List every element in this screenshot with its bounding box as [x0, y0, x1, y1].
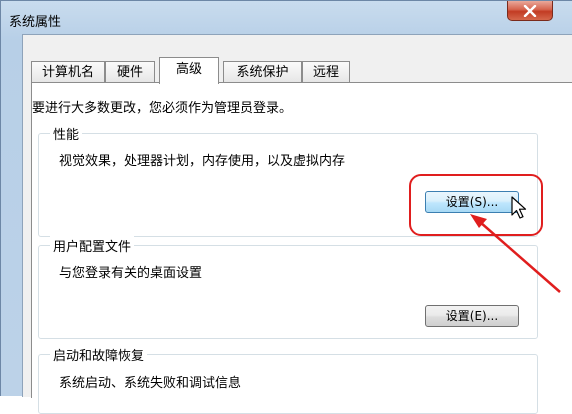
tab-advanced[interactable]: 高级 — [159, 57, 219, 84]
annotation-arrow — [470, 214, 561, 293]
tab-label: 高级 — [175, 62, 202, 77]
mouse-cursor-icon — [511, 196, 527, 219]
